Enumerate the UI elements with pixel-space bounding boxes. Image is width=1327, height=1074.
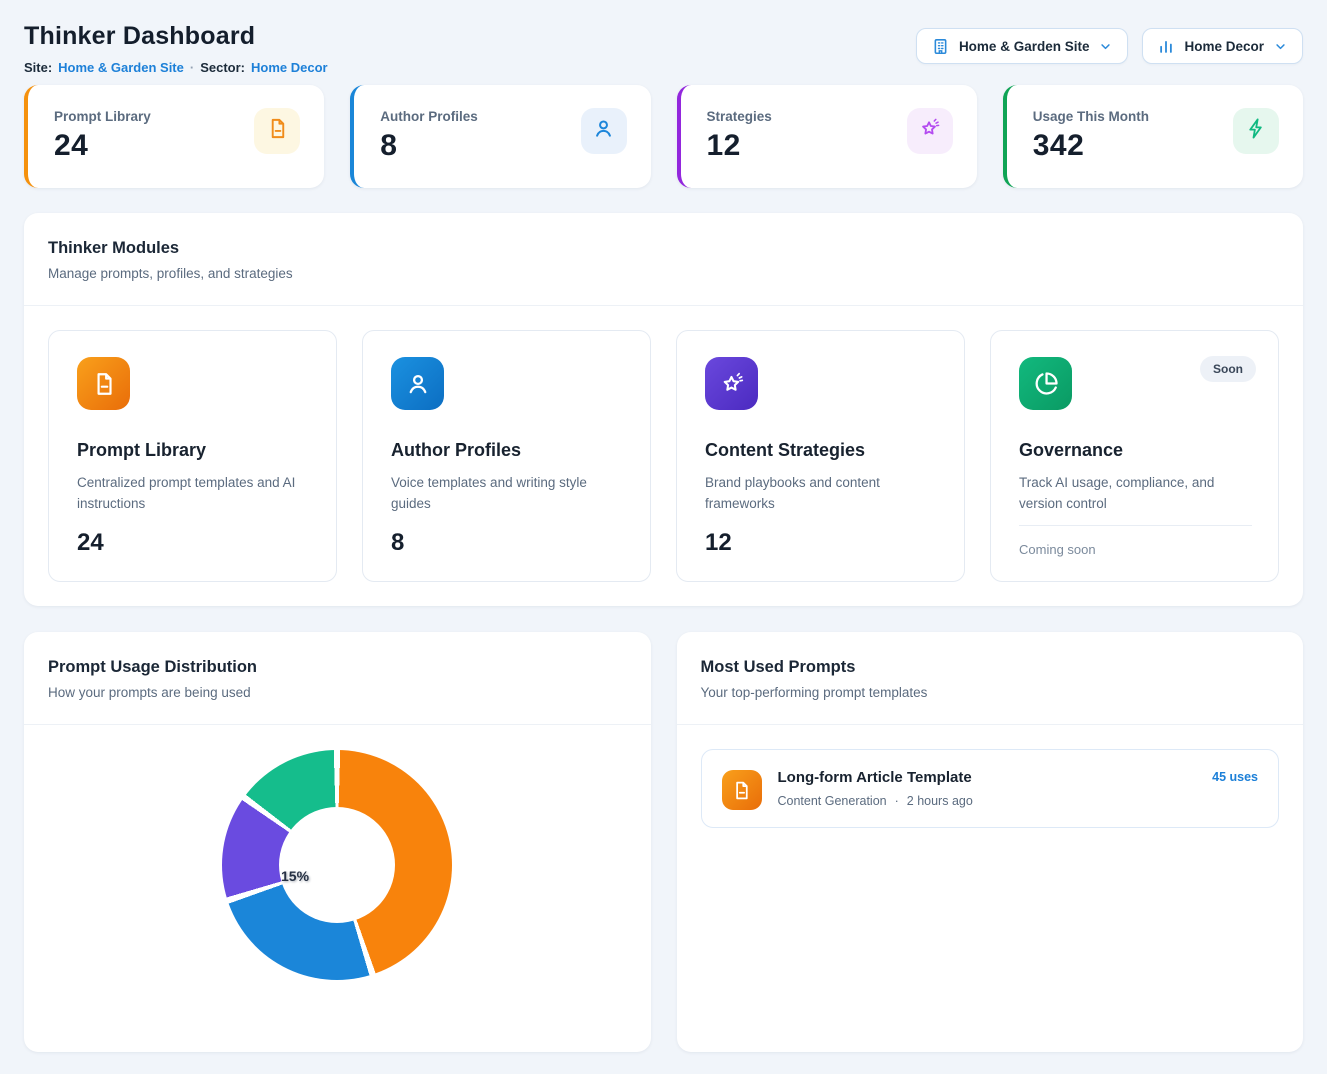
prompt-item-main: Long-form Article Template Content Gener… bbox=[778, 767, 1197, 808]
usage-card-subtitle: How your prompts are being used bbox=[48, 685, 627, 700]
lightning-icon bbox=[1233, 108, 1279, 154]
donut-segment-label: 15% bbox=[281, 868, 309, 884]
document-icon bbox=[77, 357, 130, 410]
sparkle-star-icon bbox=[907, 108, 953, 154]
modules-panel-title: Thinker Modules bbox=[48, 239, 1279, 258]
prompt-list-item[interactable]: Long-form Article Template Content Gener… bbox=[701, 749, 1280, 828]
module-description: Brand playbooks and content frameworks bbox=[705, 473, 938, 515]
donut-hole bbox=[279, 807, 395, 923]
module-count: 12 bbox=[705, 529, 938, 557]
meta-separator: · bbox=[895, 794, 899, 808]
document-icon bbox=[722, 770, 762, 810]
header-titles: Thinker Dashboard Site: Home & Garden Si… bbox=[24, 22, 328, 75]
page-title: Thinker Dashboard bbox=[24, 22, 328, 51]
module-description: Track AI usage, compliance, and version … bbox=[1019, 473, 1252, 515]
page-header: Thinker Dashboard Site: Home & Garden Si… bbox=[24, 22, 1303, 75]
bar-chart-icon bbox=[1157, 37, 1175, 55]
site-selector-button[interactable]: Home & Garden Site bbox=[916, 28, 1129, 64]
most-used-title: Most Used Prompts bbox=[701, 658, 1280, 677]
sector-selector-label: Home Decor bbox=[1184, 39, 1264, 54]
pie-chart-icon bbox=[1019, 357, 1072, 410]
donut-chart bbox=[222, 750, 452, 980]
prompt-list: Long-form Article Template Content Gener… bbox=[677, 725, 1304, 852]
prompt-item-time: 2 hours ago bbox=[907, 794, 973, 808]
prompt-usage-card: Prompt Usage Distribution How your promp… bbox=[24, 632, 651, 1052]
header-actions: Home & Garden Site Home Decor bbox=[916, 28, 1303, 64]
breadcrumb: Site: Home & Garden Site · Sector: Home … bbox=[24, 60, 328, 75]
module-title: Author Profiles bbox=[391, 440, 624, 461]
site-selector-label: Home & Garden Site bbox=[959, 39, 1090, 54]
dashboard-page: Thinker Dashboard Site: Home & Garden Si… bbox=[0, 0, 1327, 1074]
meta-separator: · bbox=[190, 60, 194, 75]
chevron-down-icon bbox=[1098, 39, 1113, 54]
module-description: Voice templates and writing style guides bbox=[391, 473, 624, 515]
usage-card-header: Prompt Usage Distribution How your promp… bbox=[24, 632, 651, 725]
prompt-item-category: Content Generation bbox=[778, 794, 887, 808]
site-link[interactable]: Home & Garden Site bbox=[58, 60, 184, 75]
prompt-item-title: Long-form Article Template bbox=[778, 769, 1197, 786]
sector-selector-button[interactable]: Home Decor bbox=[1142, 28, 1303, 64]
prompt-item-uses: 45 uses bbox=[1212, 770, 1258, 784]
modules-panel-subtitle: Manage prompts, profiles, and strategies bbox=[48, 266, 1279, 281]
donut-chart-area: 15% bbox=[24, 725, 651, 1045]
most-used-header: Most Used Prompts Your top-performing pr… bbox=[677, 632, 1304, 725]
soon-badge: Soon bbox=[1200, 356, 1256, 382]
sector-label: Sector: bbox=[200, 60, 245, 75]
building-icon bbox=[931, 37, 950, 56]
site-label: Site: bbox=[24, 60, 52, 75]
module-title: Governance bbox=[1019, 440, 1252, 461]
module-count: 8 bbox=[391, 529, 624, 557]
most-used-prompts-card: Most Used Prompts Your top-performing pr… bbox=[677, 632, 1304, 1052]
module-card-governance: Soon Governance Track AI usage, complian… bbox=[990, 330, 1279, 582]
stat-card-usage: Usage This Month 342 bbox=[1003, 85, 1303, 188]
module-count: 24 bbox=[77, 529, 310, 557]
prompt-item-meta: Content Generation · 2 hours ago bbox=[778, 794, 1197, 808]
most-used-subtitle: Your top-performing prompt templates bbox=[701, 685, 1280, 700]
usage-card-title: Prompt Usage Distribution bbox=[48, 658, 627, 677]
document-icon bbox=[254, 108, 300, 154]
user-icon bbox=[391, 357, 444, 410]
stat-card-author-profiles: Author Profiles 8 bbox=[350, 85, 650, 188]
stat-card-prompt-library: Prompt Library 24 bbox=[24, 85, 324, 188]
modules-panel-header: Thinker Modules Manage prompts, profiles… bbox=[24, 213, 1303, 306]
module-title: Prompt Library bbox=[77, 440, 310, 461]
module-card-content-strategies[interactable]: Content Strategies Brand playbooks and c… bbox=[676, 330, 965, 582]
stat-cards-row: Prompt Library 24 Author Profiles 8 Stra… bbox=[24, 85, 1303, 188]
user-icon bbox=[581, 108, 627, 154]
modules-grid: Prompt Library Centralized prompt templa… bbox=[24, 306, 1303, 606]
module-description: Centralized prompt templates and AI inst… bbox=[77, 473, 310, 515]
chevron-down-icon bbox=[1273, 39, 1288, 54]
sector-link[interactable]: Home Decor bbox=[251, 60, 328, 75]
bottom-row: Prompt Usage Distribution How your promp… bbox=[24, 632, 1303, 1052]
module-card-prompt-library[interactable]: Prompt Library Centralized prompt templa… bbox=[48, 330, 337, 582]
module-card-author-profiles[interactable]: Author Profiles Voice templates and writ… bbox=[362, 330, 651, 582]
sparkle-star-icon bbox=[705, 357, 758, 410]
stat-card-strategies: Strategies 12 bbox=[677, 85, 977, 188]
module-title: Content Strategies bbox=[705, 440, 938, 461]
module-footer: Coming soon bbox=[1019, 525, 1252, 557]
thinker-modules-panel: Thinker Modules Manage prompts, profiles… bbox=[24, 213, 1303, 606]
